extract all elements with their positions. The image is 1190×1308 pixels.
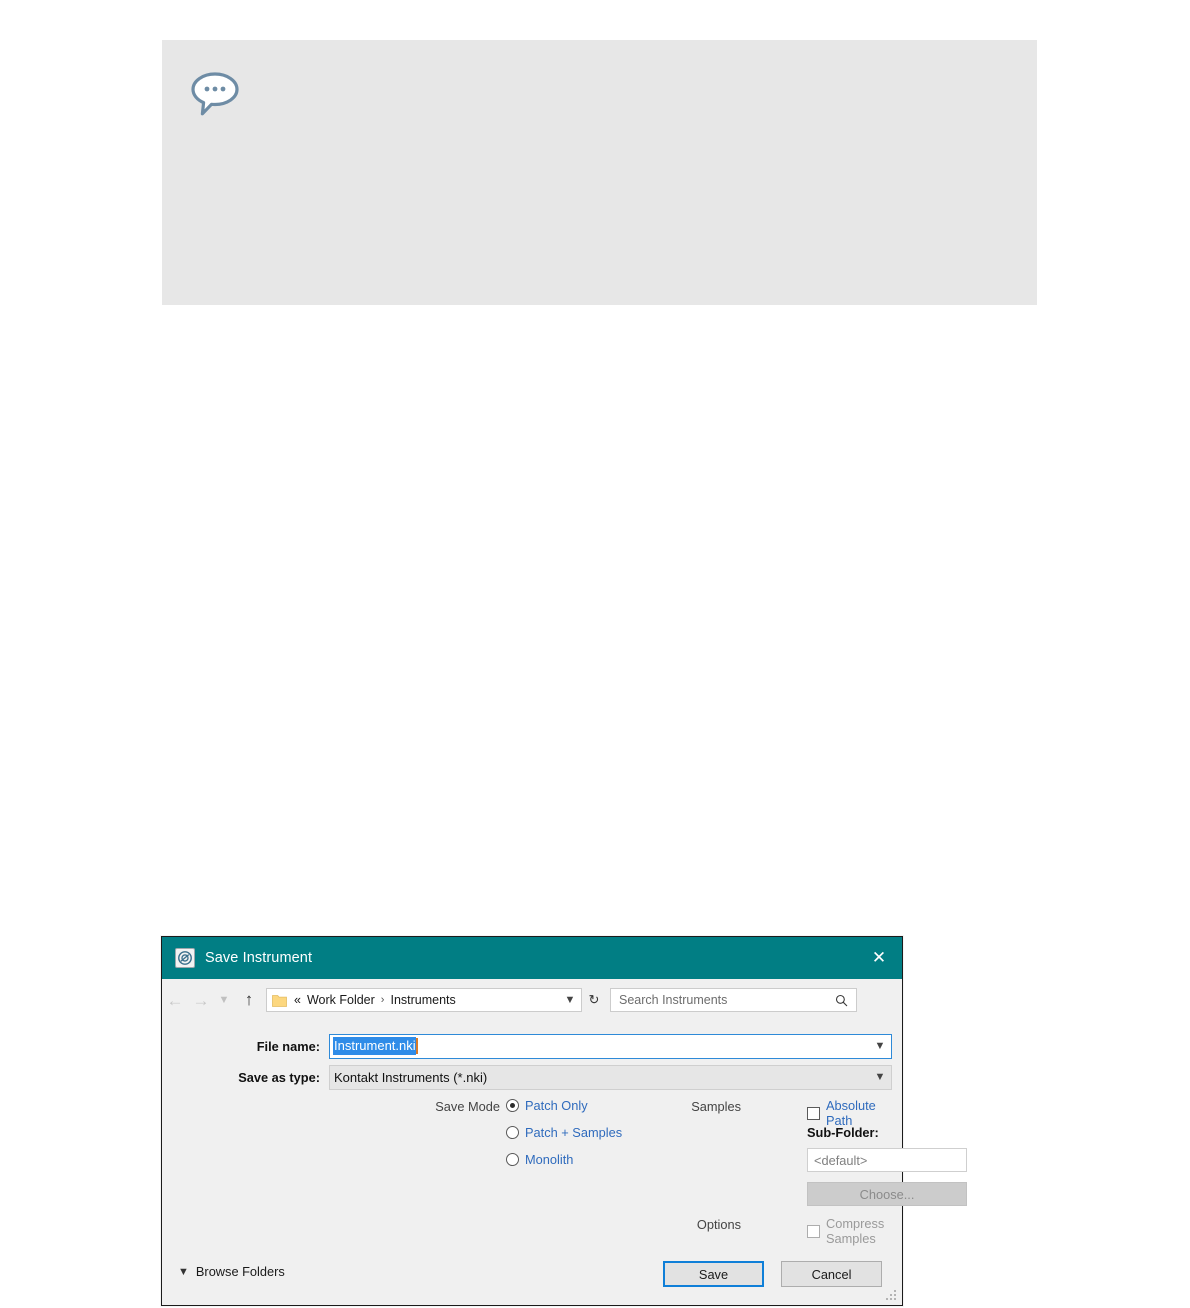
filename-row: File name: Instrument.nki ▼ [162,1033,902,1059]
radio-label: Monolith [525,1152,574,1167]
cancel-button[interactable]: Cancel [781,1261,882,1287]
cancel-button-label: Cancel [811,1266,852,1282]
dialog-title-bar: Save Instrument ✕ [162,937,902,979]
breadcrumb-separator: › [380,994,385,1006]
radio-mark-icon [506,1153,519,1166]
save-mode-label: Save Mode [435,1099,500,1114]
up-arrow-icon[interactable]: ↑ [234,990,264,1010]
checkbox-mark-icon [807,1106,820,1120]
chevron-down-icon[interactable]: ▼ [869,1040,891,1052]
search-input[interactable]: Search Instruments [610,988,857,1012]
chevron-down-icon[interactable]: ▼ [869,1071,891,1083]
savetype-value: Kontakt Instruments (*.nki) [334,1069,488,1085]
navigation-bar: ← → ▼ ↑ « Work Folder › Instruments ▼ ↻ … [162,979,902,1021]
checkbox-mark-icon [807,1224,820,1238]
filename-label: File name: [256,1038,320,1054]
save-instrument-dialog: Save Instrument ✕ ← → ▼ ↑ « Work Folder … [161,936,967,1306]
subfolder-label: Sub-Folder: [807,1125,879,1140]
search-placeholder: Search Instruments [619,993,728,1007]
forward-arrow-icon[interactable]: → [188,992,214,1009]
recent-locations-icon[interactable]: ▼ [214,994,234,1006]
options-label: Options [696,1217,741,1232]
radio-label: Patch + Samples [525,1125,623,1140]
save-button-label: Save [698,1266,729,1282]
breadcrumb[interactable]: « Work Folder › Instruments ▼ [266,988,582,1012]
filename-input[interactable]: Instrument.nki ▼ [329,1033,892,1059]
subfolder-input[interactable]: <default> [807,1148,967,1172]
samples-label: Samples [691,1099,741,1114]
dialog-title: Save Instrument [205,950,313,966]
browse-folders-label: Browse Folders [195,1264,285,1279]
comment-panel [162,40,1037,305]
filename-value: Instrument.nki [333,1037,416,1055]
savetype-select[interactable]: Kontakt Instruments (*.nki) ▼ [329,1064,892,1090]
save-button[interactable]: Save [663,1261,764,1287]
resize-grip-icon[interactable] [885,1289,898,1302]
speech-bubble-icon [189,68,241,120]
chevron-down-icon: ▼ [178,1265,189,1278]
text-caret [415,1038,418,1054]
subfolder-value: <default> [814,1152,868,1168]
choose-button-label: Choose... [859,1186,915,1202]
savetype-label: Save as type: [238,1069,320,1085]
radio-mark-icon [506,1099,519,1112]
search-icon [835,994,848,1007]
checkbox-label: Compress Samples [826,1216,885,1246]
breadcrumb-item-instruments[interactable]: Instruments [390,993,455,1007]
radio-patch-plus-samples[interactable]: Patch + Samples [506,1125,622,1140]
dialog-footer: ▼ Browse Folders Save Cancel [162,1247,902,1305]
breadcrumb-prefix: « [294,993,301,1007]
folder-icon [272,994,287,1007]
choose-button[interactable]: Choose... [807,1182,967,1206]
radio-monolith[interactable]: Monolith [506,1152,573,1167]
breadcrumb-item-work-folder[interactable]: Work Folder [307,993,375,1007]
chevron-down-icon[interactable]: ▼ [559,994,581,1006]
breadcrumb-path: « Work Folder › Instruments [294,993,456,1007]
checkbox-label: Absolute Path [826,1098,876,1128]
refresh-icon[interactable]: ↻ [582,992,606,1008]
checkbox-absolute-path[interactable]: Absolute Path [807,1098,902,1128]
checkbox-compress-samples[interactable]: Compress Samples [807,1216,902,1246]
savetype-row: Save as type: Kontakt Instruments (*.nki… [162,1064,902,1090]
browse-folders-toggle[interactable]: ▼ Browse Folders [178,1264,285,1279]
radio-label: Patch Only [525,1098,588,1113]
close-icon[interactable]: ✕ [856,937,902,979]
kontakt-app-icon [175,948,195,968]
radio-mark-icon [506,1126,519,1139]
back-arrow-icon[interactable]: ← [162,992,188,1009]
radio-patch-only[interactable]: Patch Only [506,1098,588,1113]
